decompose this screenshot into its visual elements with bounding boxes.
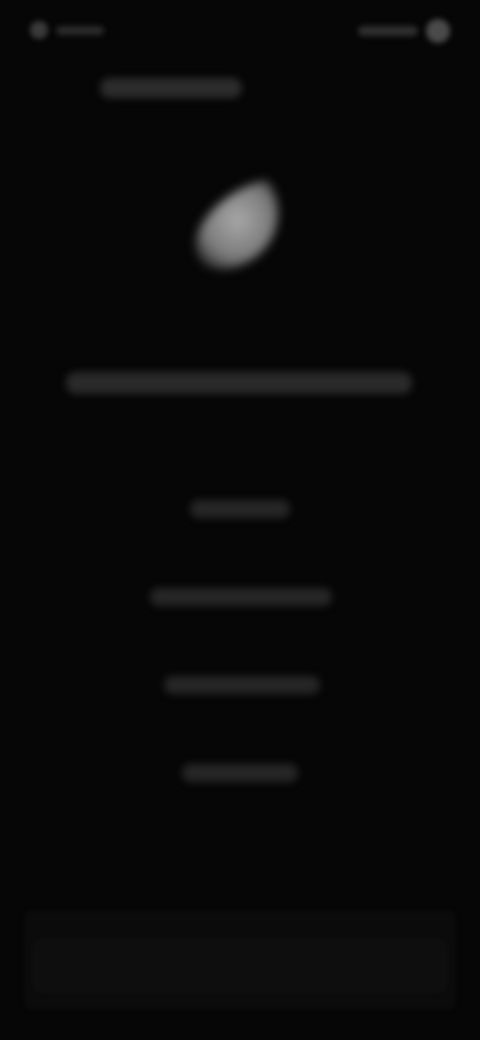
primary-action-button[interactable] (34, 940, 446, 992)
menu-item[interactable] (150, 588, 332, 606)
signal-icon (30, 21, 48, 39)
headline-text (66, 372, 412, 394)
status-bar-right (350, 19, 450, 43)
leaf-icon (196, 180, 279, 270)
menu-item[interactable] (164, 676, 320, 694)
menu-item[interactable] (182, 764, 298, 782)
app-screen (0, 0, 480, 1040)
menu-item[interactable] (190, 500, 290, 518)
status-time (56, 25, 104, 35)
header-title (100, 78, 242, 98)
battery-icon (426, 19, 450, 43)
status-bar-left (30, 21, 110, 39)
status-indicators (358, 26, 418, 36)
